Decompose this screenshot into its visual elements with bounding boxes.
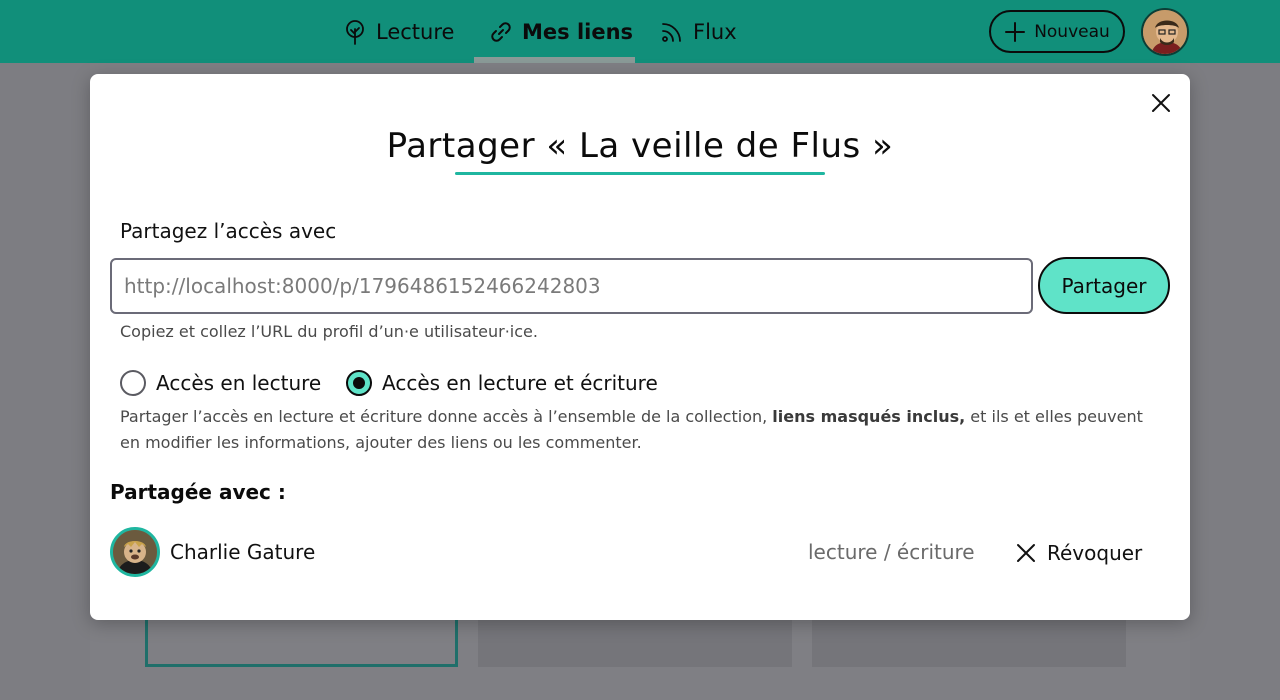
close-button[interactable] <box>1147 89 1175 117</box>
plus-icon <box>1005 21 1026 42</box>
radio-circle[interactable] <box>120 370 146 396</box>
revoke-button[interactable]: Révoquer <box>1015 535 1142 571</box>
shared-user-name: Charlie Gature <box>170 540 316 564</box>
radio-label: Accès en lecture et écriture <box>382 371 658 395</box>
description-bold: liens masqués inclus, <box>772 407 966 426</box>
share-row: Charlie Gature lecture / écriture Révoqu… <box>110 527 1170 579</box>
share-modal: Partager « La veille de Flus » Partagez … <box>90 74 1190 620</box>
avatar[interactable] <box>1141 8 1189 56</box>
top-header: Lecture Mes liens Flux Nouveau <box>0 0 1280 63</box>
description-text: Partager l’accès en lecture et écriture … <box>120 407 773 426</box>
avatar <box>110 527 160 577</box>
shared-with-title: Partagée avec : <box>110 480 286 504</box>
shared-user-avatar-image <box>113 530 157 574</box>
share-label: Partagez l’accès avec <box>120 219 337 243</box>
user-avatar-image <box>1143 10 1187 54</box>
new-button[interactable]: Nouveau <box>989 10 1125 53</box>
nav-item-flux[interactable]: Flux <box>659 0 737 63</box>
access-description: Partager l’accès en lecture et écriture … <box>120 404 1160 456</box>
radio-read-write-access[interactable]: Accès en lecture et écriture <box>346 370 658 396</box>
active-tab-indicator <box>474 57 635 63</box>
radio-label: Accès en lecture <box>156 371 322 395</box>
close-icon <box>1152 94 1170 112</box>
share-button[interactable]: Partager <box>1038 257 1170 314</box>
nav-item-lecture[interactable]: Lecture <box>342 0 454 63</box>
new-button-label: Nouveau <box>1034 21 1110 42</box>
profile-url-input[interactable] <box>110 258 1033 314</box>
close-icon <box>1017 544 1035 562</box>
modal-title: Partager « La veille de Flus » <box>386 126 894 166</box>
revoke-label: Révoquer <box>1047 541 1143 565</box>
radio-read-access[interactable]: Accès en lecture <box>120 370 321 396</box>
input-hint: Copiez et collez l’URL du profil d’un·e … <box>120 322 538 341</box>
nav-item-mes-liens[interactable]: Mes liens <box>488 0 633 63</box>
radio-circle-checked[interactable] <box>346 370 372 396</box>
nav-item-label: Lecture <box>376 19 455 44</box>
title-underline <box>455 172 825 175</box>
tree-icon <box>346 19 364 45</box>
link-icon <box>491 21 511 42</box>
nav-item-label: Flux <box>693 19 737 44</box>
nav-item-label: Mes liens <box>522 19 634 44</box>
shared-access-level: lecture / écriture <box>808 540 975 564</box>
rss-icon <box>662 22 681 42</box>
